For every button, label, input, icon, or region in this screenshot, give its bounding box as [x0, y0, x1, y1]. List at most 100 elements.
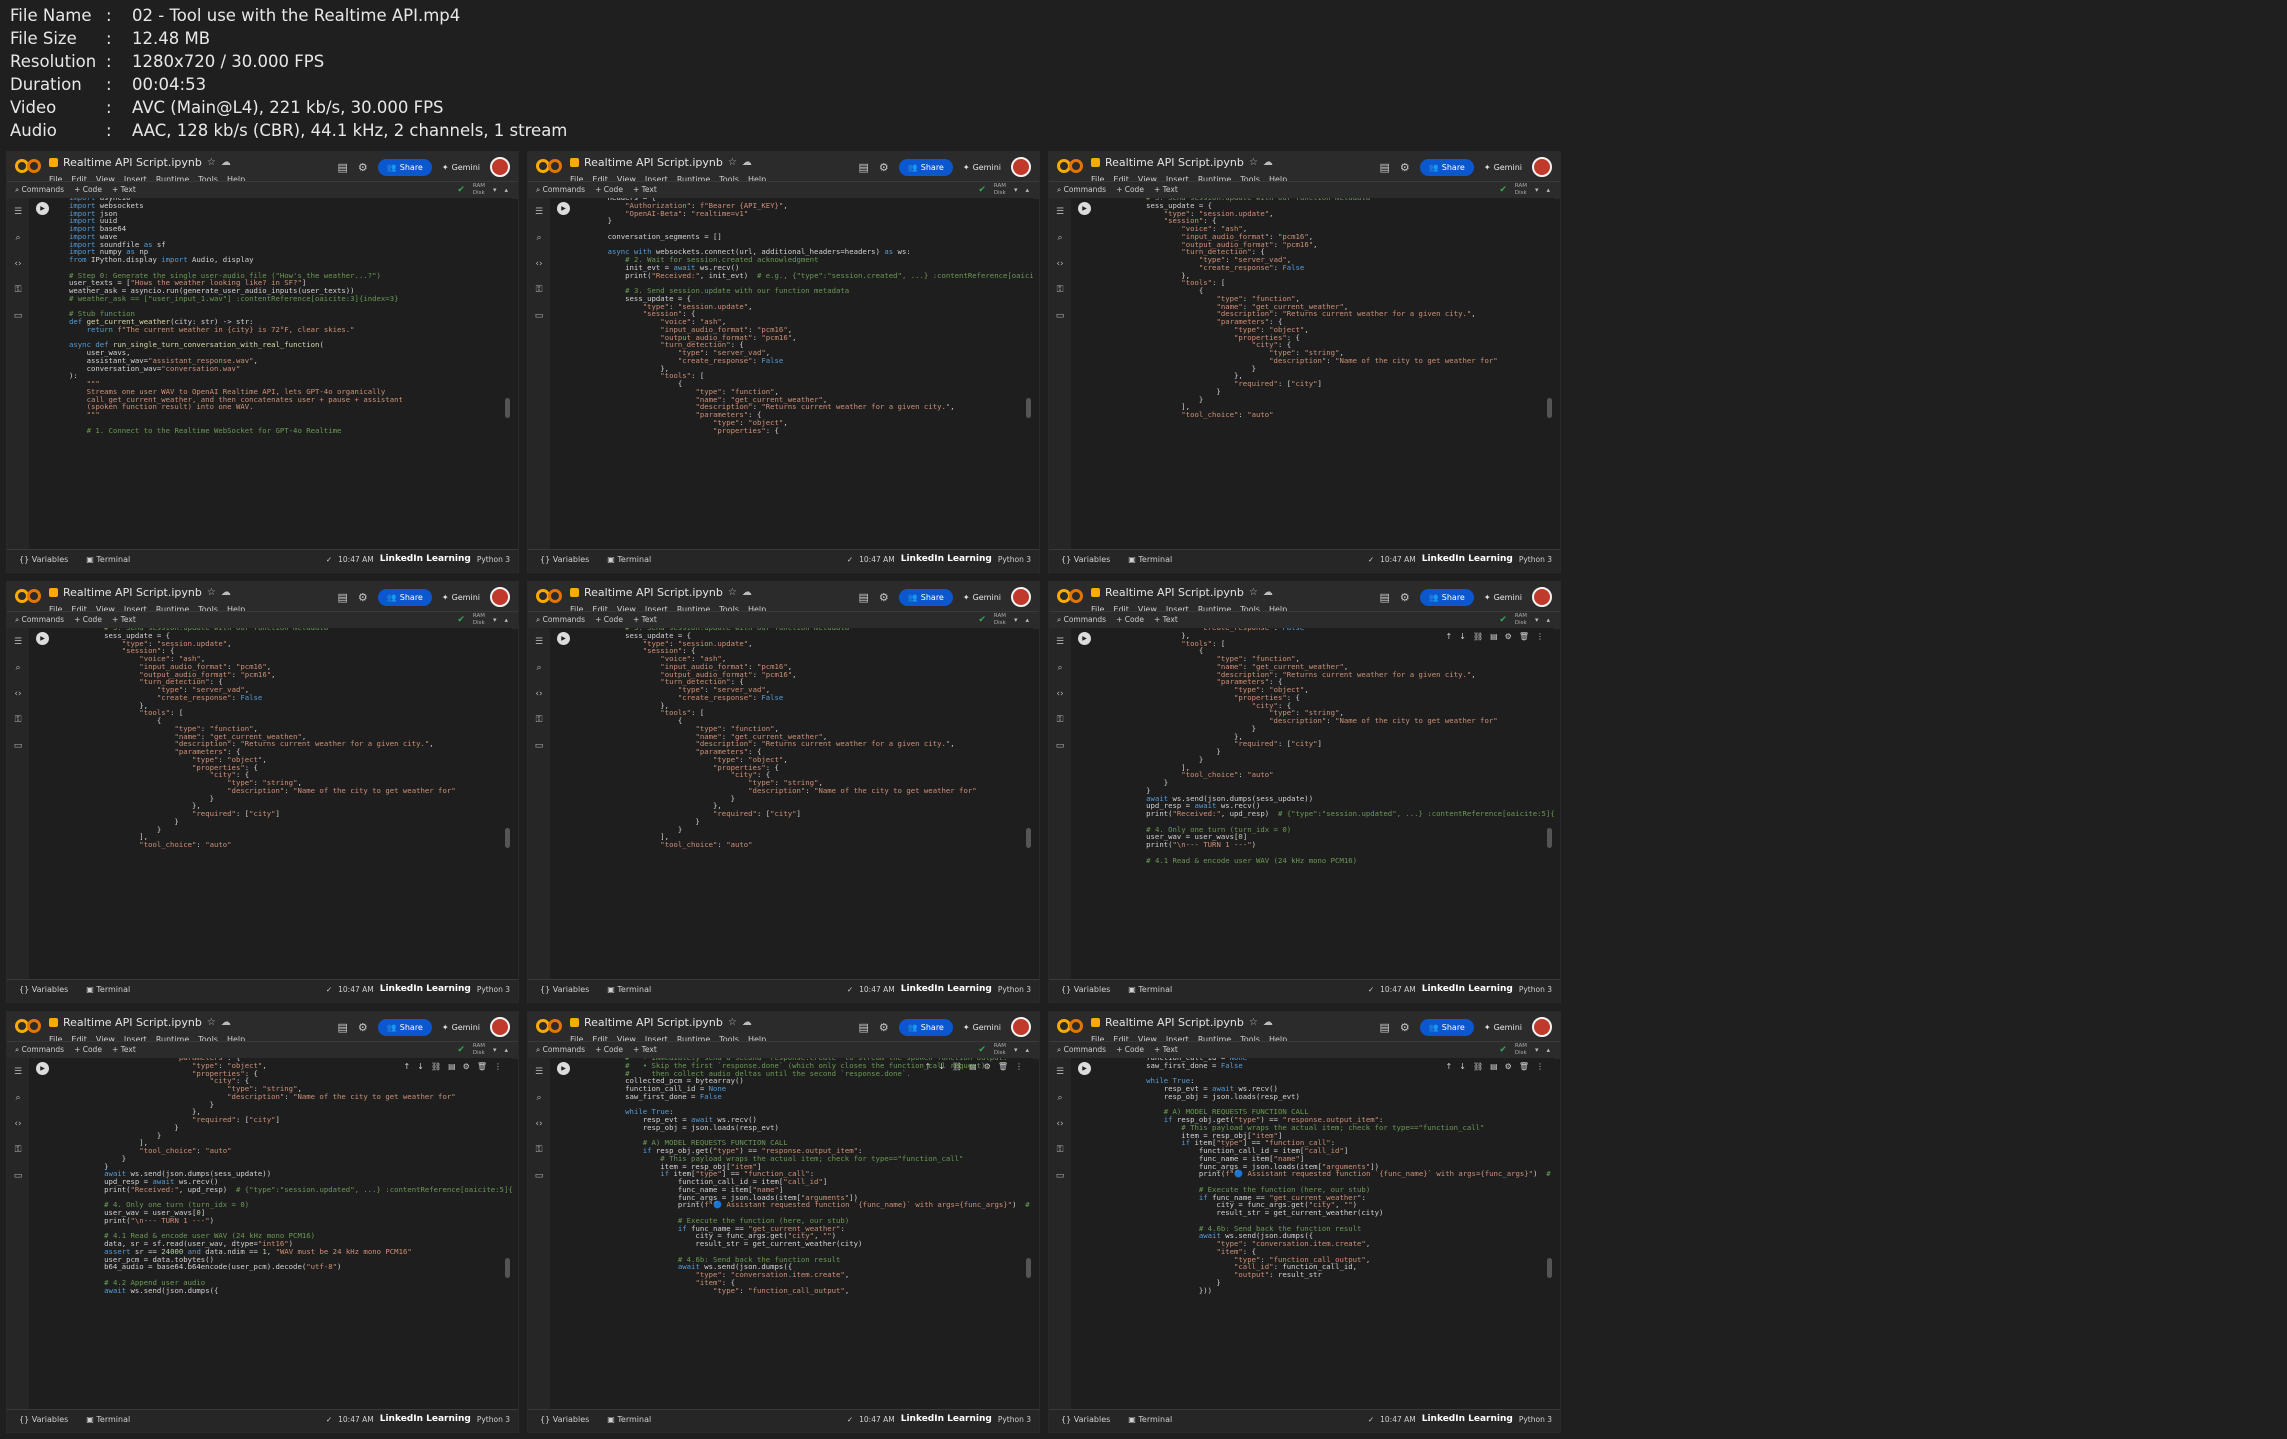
- variables-button[interactable]: {} Variables: [1061, 985, 1110, 994]
- notebook-title-text[interactable]: Realtime API Script.ipynb: [584, 586, 723, 599]
- ram-disk-meter[interactable]: RAM Disk: [1515, 1043, 1527, 1057]
- chevron-up-icon[interactable]: ▴: [1025, 186, 1029, 194]
- star-icon[interactable]: ☆: [1249, 587, 1258, 598]
- colab-logo-icon[interactable]: [15, 159, 41, 175]
- avatar[interactable]: [490, 1017, 510, 1037]
- run-cell-button[interactable]: ▶: [36, 632, 49, 645]
- terminal-button[interactable]: ▣ Terminal: [1128, 1415, 1172, 1424]
- add-code-button[interactable]: + Code: [595, 1045, 623, 1055]
- add-code-button[interactable]: + Code: [1116, 1045, 1144, 1055]
- variables-button[interactable]: {} Variables: [19, 1415, 68, 1424]
- code-editor[interactable]: headers = { "Authorization": f"Bearer {A…: [590, 198, 1033, 434]
- colab-logo-icon[interactable]: [1057, 1019, 1083, 1035]
- terminal-button[interactable]: ▣ Terminal: [607, 985, 651, 994]
- notebook-title-text[interactable]: Realtime API Script.ipynb: [63, 586, 202, 599]
- star-icon[interactable]: ☆: [207, 587, 216, 598]
- toc-icon[interactable]: ☰: [1049, 637, 1071, 654]
- gemini-button[interactable]: ✦ Gemini: [442, 163, 480, 172]
- variables-button[interactable]: {} Variables: [540, 555, 589, 564]
- gear-icon[interactable]: ⚙: [358, 1021, 368, 1034]
- commands-button[interactable]: ⌕ Commands: [536, 615, 585, 625]
- colab-logo-icon[interactable]: [536, 159, 562, 175]
- code-editor[interactable]: # 3. Send session.update with our functi…: [590, 628, 1021, 849]
- add-text-button[interactable]: + Text: [1154, 1045, 1178, 1055]
- add-code-button[interactable]: + Code: [74, 185, 102, 195]
- terminal-button[interactable]: ▣ Terminal: [1128, 985, 1172, 994]
- code-editor[interactable]: "parameters": { "type": "object", "prope…: [69, 1058, 512, 1294]
- gemini-button[interactable]: ✦ Gemini: [963, 593, 1001, 602]
- share-button[interactable]: 👥 Share: [377, 158, 432, 176]
- scrollbar[interactable]: [1026, 1258, 1031, 1278]
- folder-icon[interactable]: ▭: [7, 1171, 29, 1188]
- comment-icon[interactable]: ▤: [1380, 1021, 1390, 1034]
- notebook-title[interactable]: Realtime API Script.ipynb ☆ ☁: [570, 586, 752, 599]
- share-button[interactable]: 👥 Share: [1419, 158, 1474, 176]
- commands-button[interactable]: ⌕ Commands: [1057, 185, 1106, 195]
- add-code-button[interactable]: + Code: [595, 185, 623, 195]
- comment-icon[interactable]: ▤: [1380, 591, 1390, 604]
- gemini-button[interactable]: ✦ Gemini: [1484, 1023, 1522, 1032]
- commands-button[interactable]: ⌕ Commands: [536, 1045, 585, 1055]
- notebook-title[interactable]: Realtime API Script.ipynb ☆ ☁: [49, 156, 231, 169]
- folder-icon[interactable]: ▭: [528, 311, 550, 328]
- ram-disk-meter[interactable]: RAM Disk: [473, 1043, 485, 1057]
- search-icon[interactable]: ⌕: [7, 233, 29, 250]
- colab-logo-icon[interactable]: [15, 1019, 41, 1035]
- terminal-button[interactable]: ▣ Terminal: [86, 555, 130, 564]
- comment-icon[interactable]: ▤: [859, 591, 869, 604]
- code-editor[interactable]: "create_response": False }, "tools": [ {…: [1111, 628, 1554, 864]
- share-button[interactable]: 👥 Share: [1419, 588, 1474, 606]
- share-button[interactable]: 👥 Share: [377, 588, 432, 606]
- notebook-title-text[interactable]: Realtime API Script.ipynb: [63, 156, 202, 169]
- code-snippets-icon[interactable]: ‹›: [528, 1119, 550, 1136]
- secrets-key-icon[interactable]: ⚿: [7, 715, 29, 732]
- code-cell[interactable]: ▶ ↑ ↓ ⛓ ▤ ⚙ 🗑 ⋮ headers = { "Authorizati…: [550, 198, 1033, 552]
- chevron-down-icon[interactable]: ▾: [1535, 186, 1539, 194]
- code-snippets-icon[interactable]: ‹›: [7, 689, 29, 706]
- code-cell[interactable]: ▶ ↑ ↓ ⛓ ▤ ⚙ 🗑 ⋮ # 3. Send session.update…: [29, 628, 512, 982]
- secrets-key-icon[interactable]: ⚿: [1049, 285, 1071, 302]
- folder-icon[interactable]: ▭: [7, 741, 29, 758]
- colab-logo-icon[interactable]: [1057, 589, 1083, 605]
- add-code-button[interactable]: + Code: [1116, 615, 1144, 625]
- gear-icon[interactable]: ⚙: [879, 591, 889, 604]
- code-snippets-icon[interactable]: ‹›: [1049, 259, 1071, 276]
- chevron-up-icon[interactable]: ▴: [504, 1046, 508, 1054]
- chevron-down-icon[interactable]: ▾: [493, 616, 497, 624]
- toc-icon[interactable]: ☰: [528, 1067, 550, 1084]
- terminal-button[interactable]: ▣ Terminal: [86, 985, 130, 994]
- scrollbar[interactable]: [505, 828, 510, 848]
- comment-icon[interactable]: ▤: [859, 161, 869, 174]
- folder-icon[interactable]: ▭: [528, 741, 550, 758]
- star-icon[interactable]: ☆: [728, 1017, 737, 1028]
- variables-button[interactable]: {} Variables: [1061, 1415, 1110, 1424]
- notebook-title-text[interactable]: Realtime API Script.ipynb: [1105, 586, 1244, 599]
- gear-icon[interactable]: ⚙: [1400, 161, 1410, 174]
- notebook-title[interactable]: Realtime API Script.ipynb ☆ ☁: [49, 1016, 231, 1029]
- secrets-key-icon[interactable]: ⚿: [528, 715, 550, 732]
- code-cell[interactable]: ▶ ↑ ↓ ⛓ ▤ ⚙ 🗑 ⋮ "create_response": False…: [1071, 628, 1554, 982]
- toc-icon[interactable]: ☰: [1049, 207, 1071, 224]
- gemini-button[interactable]: ✦ Gemini: [1484, 593, 1522, 602]
- code-cell[interactable]: ▶ ↑ ↓ ⛓ ▤ ⚙ 🗑 ⋮ # 3. Send session.update…: [550, 628, 1033, 982]
- colab-logo-icon[interactable]: [536, 1019, 562, 1035]
- code-snippets-icon[interactable]: ‹›: [7, 1119, 29, 1136]
- share-button[interactable]: 👥 Share: [898, 1018, 953, 1036]
- gear-icon[interactable]: ⚙: [879, 161, 889, 174]
- gemini-button[interactable]: ✦ Gemini: [963, 163, 1001, 172]
- star-icon[interactable]: ☆: [1249, 1017, 1258, 1028]
- notebook-title[interactable]: Realtime API Script.ipynb ☆ ☁: [1091, 586, 1273, 599]
- scrollbar[interactable]: [1026, 398, 1031, 418]
- secrets-key-icon[interactable]: ⚿: [528, 285, 550, 302]
- star-icon[interactable]: ☆: [728, 587, 737, 598]
- ram-disk-meter[interactable]: RAM Disk: [994, 1043, 1006, 1057]
- terminal-button[interactable]: ▣ Terminal: [607, 555, 651, 564]
- search-icon[interactable]: ⌕: [528, 233, 550, 250]
- gear-icon[interactable]: ⚙: [879, 1021, 889, 1034]
- notebook-title[interactable]: Realtime API Script.ipynb ☆ ☁: [49, 586, 231, 599]
- chevron-up-icon[interactable]: ▴: [1546, 186, 1550, 194]
- toc-icon[interactable]: ☰: [528, 637, 550, 654]
- search-icon[interactable]: ⌕: [1049, 663, 1071, 680]
- variables-button[interactable]: {} Variables: [540, 1415, 589, 1424]
- notebook-title-text[interactable]: Realtime API Script.ipynb: [584, 156, 723, 169]
